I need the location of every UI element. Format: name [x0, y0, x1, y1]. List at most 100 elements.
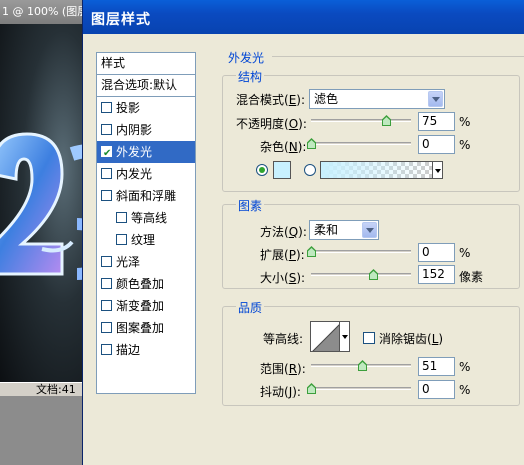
size-unit: 像素 [459, 270, 484, 284]
dropdown-arrow-icon[interactable] [362, 222, 377, 238]
opacity-label: 不透明度(O): [236, 117, 307, 131]
style-item-checkbox[interactable] [101, 278, 112, 289]
style-item-checkbox[interactable] [116, 234, 127, 245]
dialog-titlebar[interactable]: 图层样式 [83, 0, 524, 34]
method-select[interactable]: 柔和 [309, 220, 379, 240]
opacity-slider-thumb[interactable] [382, 115, 391, 126]
style-item-label: 投影 [116, 101, 141, 115]
background-document-window: 1 @ 100% (图层 文档:41 [0, 0, 90, 465]
structure-group-title: 结构 [236, 68, 265, 85]
style-item[interactable]: 纹理 [97, 229, 195, 251]
style-item-checkbox[interactable] [101, 344, 112, 355]
gradient-dropdown-icon[interactable] [432, 161, 443, 179]
document-canvas[interactable] [0, 24, 90, 382]
method-label: 方法(Q): [260, 225, 307, 239]
size-slider-thumb[interactable] [369, 269, 378, 280]
blend-mode-label: 混合模式(E): [236, 93, 306, 107]
workspace-background [0, 396, 90, 465]
noise-input[interactable]: 0 [418, 135, 455, 154]
glow-color-swatch[interactable] [273, 161, 291, 179]
style-item-label: 渐变叠加 [116, 299, 165, 313]
style-item[interactable]: 等高线 [97, 207, 195, 229]
style-item-label: 光泽 [116, 255, 141, 269]
opacity-unit: % [459, 115, 471, 129]
spread-label: 扩展(P): [260, 248, 305, 262]
style-item-checkbox[interactable] [101, 124, 112, 135]
blend-mode-value: 滤色 [314, 92, 339, 106]
color-radio[interactable] [256, 164, 268, 176]
noise-slider-track[interactable] [311, 142, 411, 145]
style-item[interactable]: 图案叠加 [97, 317, 195, 339]
style-item-checkbox[interactable] [101, 168, 112, 179]
opacity-slider-track[interactable] [311, 119, 411, 122]
document-title[interactable]: 1 @ 100% (图层 [0, 0, 90, 24]
range-unit: % [459, 360, 471, 374]
jitter-input[interactable]: 0 [418, 380, 455, 399]
style-item-checkbox[interactable] [101, 102, 112, 113]
style-item-label: 等高线 [131, 211, 168, 225]
spread-unit: % [459, 246, 471, 260]
spread-slider-track[interactable] [311, 250, 411, 253]
section-divider [272, 56, 524, 57]
jitter-slider-thumb[interactable] [307, 383, 316, 394]
style-item-label: 图案叠加 [116, 321, 165, 335]
blending-options-item[interactable]: 混合选项:默认 [97, 75, 195, 97]
anti-alias-checkbox[interactable] [363, 332, 375, 344]
style-item-label: 斜面和浮雕 [116, 189, 177, 203]
style-item[interactable]: 渐变叠加 [97, 295, 195, 317]
style-items: 投影内阴影 ✔ 外发光内发光斜面和浮雕等高线纹理光泽颜色叠加渐变叠加图案叠加描边 [97, 97, 195, 361]
style-item[interactable]: ✔ 外发光 [97, 141, 195, 163]
style-item[interactable]: 内发光 [97, 163, 195, 185]
range-input[interactable]: 51 [418, 357, 455, 376]
spread-input[interactable]: 0 [418, 243, 455, 262]
style-item[interactable]: 颜色叠加 [97, 273, 195, 295]
dropdown-arrow-icon[interactable] [428, 91, 443, 107]
style-item-label: 颜色叠加 [116, 277, 165, 291]
style-item-label: 纹理 [131, 233, 156, 247]
document-status: 文档:41 [0, 382, 90, 396]
style-item[interactable]: 描边 [97, 339, 195, 361]
style-item-checkbox[interactable] [101, 322, 112, 333]
style-item-label: 外发光 [116, 145, 153, 159]
contour-curve-icon [312, 323, 340, 351]
style-item-label: 内发光 [116, 167, 153, 181]
noise-slider-thumb[interactable] [307, 138, 316, 149]
style-item[interactable]: 投影 [97, 97, 195, 119]
dialog-title: 图层样式 [91, 12, 151, 28]
style-item-checkbox[interactable]: ✔ [101, 146, 112, 159]
style-item[interactable]: 斜面和浮雕 [97, 185, 195, 207]
gradient-radio[interactable] [304, 164, 316, 176]
anti-alias-label[interactable]: 消除锯齿(L) [379, 330, 443, 347]
range-label: 范围(R): [260, 362, 306, 376]
style-item-checkbox[interactable] [101, 190, 112, 201]
style-list: 样式 混合选项:默认 投影内阴影 ✔ 外发光内发光斜面和浮雕等高线纹理光泽颜色叠加渐… [96, 52, 196, 394]
opacity-input[interactable]: 75 [418, 112, 455, 131]
size-slider-track[interactable] [311, 273, 411, 276]
contour-dropdown-icon[interactable] [339, 321, 350, 352]
glowing-text-artwork [0, 132, 90, 280]
section-title-outer-glow: 外发光 [228, 51, 265, 65]
gradient-preview[interactable] [320, 161, 433, 179]
style-item[interactable]: 光泽 [97, 251, 195, 273]
elements-group-title: 图素 [236, 197, 265, 214]
style-item-label: 描边 [116, 343, 141, 357]
spread-slider-thumb[interactable] [307, 246, 316, 257]
blend-mode-select[interactable]: 滤色 [309, 89, 445, 109]
contour-label: 等高线: [263, 332, 304, 346]
style-item-checkbox[interactable] [101, 256, 112, 267]
styles-header[interactable]: 样式 [97, 53, 195, 75]
style-item-checkbox[interactable] [116, 212, 127, 223]
style-item[interactable]: 内阴影 [97, 119, 195, 141]
method-value: 柔和 [314, 223, 339, 237]
style-item-checkbox[interactable] [101, 300, 112, 311]
jitter-label: 抖动(J): [260, 385, 301, 399]
range-slider-thumb[interactable] [358, 360, 367, 371]
jitter-slider-track[interactable] [311, 387, 411, 390]
jitter-unit: % [459, 383, 471, 397]
size-label: 大小(S): [260, 271, 306, 285]
contour-preview[interactable] [310, 321, 341, 352]
quality-group-title: 品质 [236, 299, 265, 316]
noise-label: 杂色(N): [260, 140, 307, 154]
style-item-label: 内阴影 [116, 123, 153, 137]
size-input[interactable]: 152 [418, 265, 455, 284]
